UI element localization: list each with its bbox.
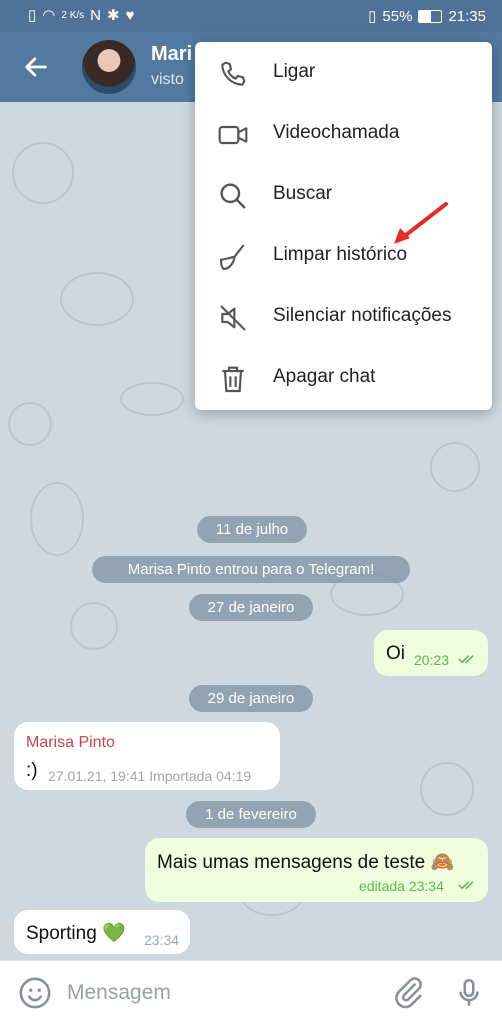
microphone-icon[interactable]: [452, 976, 486, 1010]
video-icon: [218, 125, 248, 145]
doodle: [420, 762, 474, 816]
date-separator: 29 de janeiro: [189, 685, 313, 712]
date-separator: 27 de janeiro: [189, 594, 313, 621]
doodle: [12, 142, 74, 204]
phone-icon: [221, 61, 246, 86]
message-outgoing[interactable]: Oi 20:23: [374, 630, 488, 676]
message-meta: 27.01.21, 19:41 Importada 04:19: [48, 768, 252, 784]
message-text: Mais umas mensagens de teste 🙈: [157, 852, 455, 873]
search-icon: [220, 183, 246, 209]
attach-icon[interactable]: [392, 976, 426, 1010]
menu-item-label: Apagar chat: [273, 366, 376, 387]
message-text: Sporting 💚: [26, 923, 126, 944]
mute-icon: [220, 305, 246, 331]
service-message: Marisa Pinto entrou para o Telegram!: [92, 556, 410, 583]
doodle: [60, 272, 134, 326]
menu-item-label: Buscar: [273, 183, 333, 204]
battery-icon: [418, 9, 443, 23]
avatar[interactable]: [82, 40, 136, 94]
battery-percent: 55%: [382, 7, 413, 25]
message-time: 23:34: [144, 932, 180, 948]
trash-icon: [222, 366, 244, 393]
clock: 21:35: [448, 7, 486, 25]
bluetooth-icon: ✱: [107, 7, 120, 24]
doodle: [120, 382, 184, 416]
menu-item-label: Limpar histórico: [273, 244, 408, 265]
message-text: Oi: [386, 643, 405, 664]
message-time: 20:23: [414, 652, 450, 668]
menu-item-delete-chat[interactable]: Apagar chat: [195, 347, 492, 408]
sim-icon: ▯: [28, 7, 37, 24]
message-input-bar: Mensagem: [0, 960, 502, 1025]
doodle: [70, 602, 118, 650]
menu-item-label: Videochamada: [273, 122, 400, 143]
menu-item-mute[interactable]: Silenciar notificações: [195, 286, 492, 347]
date-separator: 1 de fevereiro: [186, 801, 316, 828]
vibrate-icon: ▯: [368, 8, 377, 25]
back-arrow-icon[interactable]: [22, 53, 50, 81]
chat-title[interactable]: Mari: [151, 43, 192, 66]
doodle: [8, 402, 52, 446]
doodle: [430, 442, 480, 492]
message-incoming[interactable]: Marisa Pinto :) 27.01.21, 19:41 Importad…: [14, 722, 280, 790]
chat-subtitle: visto: [151, 71, 184, 88]
nfc-icon: N: [90, 6, 101, 24]
status-bar: ▯ ◠ 2 K/s N ✱ ♥ ▯ 55% 21:35: [0, 0, 502, 32]
double-check-icon: [458, 881, 474, 890]
message-outgoing[interactable]: Mais umas mensagens de teste 🙈 editada 2…: [145, 838, 488, 902]
menu-item-video-call[interactable]: Videochamada: [195, 103, 492, 164]
menu-item-call[interactable]: Ligar: [195, 42, 492, 103]
message-meta: editada 23:34: [359, 878, 444, 894]
emoji-icon[interactable]: [18, 976, 52, 1010]
broom-icon: [219, 244, 245, 271]
doodle: [30, 482, 84, 556]
heart-icon: ♥: [125, 6, 135, 24]
menu-item-label: Ligar: [273, 61, 316, 82]
date-separator: 11 de julho: [197, 516, 307, 543]
message-sender[interactable]: Marisa Pinto: [26, 734, 115, 752]
double-check-icon: [458, 655, 474, 664]
menu-item-label: Silenciar notificações: [273, 305, 452, 326]
wifi-icon: ◠: [42, 7, 56, 24]
message-text: :): [26, 760, 38, 781]
message-input[interactable]: Mensagem: [67, 981, 171, 1005]
speed-label: 2 K/s: [61, 9, 85, 21]
annotation-arrow-icon: [394, 202, 448, 244]
message-incoming[interactable]: Sporting 💚 23:34: [14, 910, 190, 954]
